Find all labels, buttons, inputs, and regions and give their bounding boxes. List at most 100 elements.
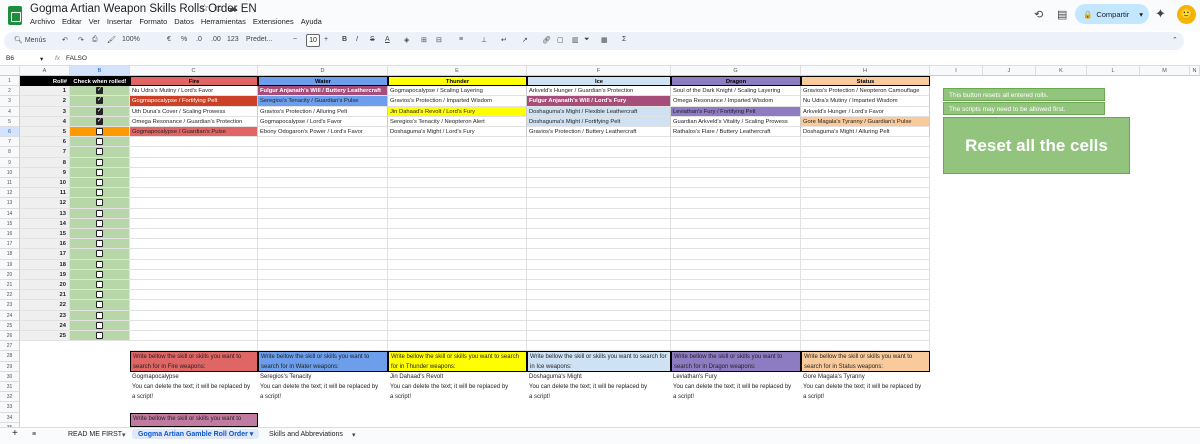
row-header-3[interactable]: 3 [0, 96, 20, 107]
empty-cell[interactable] [258, 229, 388, 240]
skill-cell-thunder[interactable]: Gogmapocalypse / Scaling Layering [388, 86, 527, 97]
row-header-16[interactable]: 16 [0, 229, 20, 240]
empty-cell[interactable] [130, 290, 258, 301]
row-header-23[interactable]: 23 [0, 300, 20, 311]
empty-cell[interactable] [671, 137, 801, 148]
empty-cell[interactable] [801, 188, 930, 199]
formula-input[interactable]: FALSO [66, 55, 87, 62]
empty-cell[interactable] [130, 229, 258, 240]
empty-cell[interactable] [130, 147, 258, 158]
empty-cell[interactable] [258, 167, 388, 178]
text-rotation-icon[interactable]: ↗ [522, 36, 528, 44]
roll-checkbox[interactable] [96, 148, 103, 156]
empty-cell[interactable] [527, 331, 671, 342]
empty-cell[interactable] [671, 229, 801, 240]
row-header-4[interactable]: 4 [0, 106, 20, 117]
roll-checkbox[interactable] [96, 219, 103, 227]
menu-item-datos[interactable]: Datos [174, 17, 194, 26]
empty-cell[interactable] [258, 310, 388, 321]
empty-cell[interactable] [258, 218, 388, 229]
filter-views-icon[interactable]: ▦ [601, 36, 608, 44]
empty-cell[interactable] [671, 310, 801, 321]
empty-cell[interactable] [671, 178, 801, 189]
skill-cell-fire[interactable]: Omega Resonance / Guardian's Protection [130, 116, 258, 127]
row-header-27[interactable]: 27 [0, 341, 20, 352]
skill-cell-status[interactable]: Arkveld's Hunger / Lord's Favor [801, 106, 930, 117]
empty-cell[interactable] [527, 280, 671, 291]
column-header-f[interactable]: F [527, 66, 671, 76]
row-header-2[interactable]: 2 [0, 86, 20, 97]
empty-cell[interactable] [258, 188, 388, 199]
empty-cell[interactable] [671, 259, 801, 270]
empty-cell[interactable] [801, 320, 930, 331]
empty-cell[interactable] [388, 300, 527, 311]
empty-cell[interactable] [801, 341, 930, 352]
skill-cell-dragon[interactable]: Soul of the Dark Knight / Scaling Layeri… [671, 86, 801, 97]
row-header-12[interactable]: 12 [0, 188, 20, 199]
roll-checkbox[interactable] [96, 281, 103, 289]
skill-cell-water[interactable]: Seregios's Tenacity / Guardian's Pulse [258, 96, 388, 107]
skill-cell-fire[interactable]: Nu Udra's Mutiny / Lord's Favor [130, 86, 258, 97]
empty-cell[interactable] [801, 218, 930, 229]
column-header-a[interactable]: A [20, 66, 70, 76]
empty-cell[interactable] [388, 218, 527, 229]
empty-cell[interactable] [527, 208, 671, 219]
empty-cell[interactable] [388, 249, 527, 260]
empty-cell[interactable] [801, 208, 930, 219]
empty-cell[interactable] [130, 167, 258, 178]
empty-cell[interactable] [671, 249, 801, 260]
all-sheets-icon[interactable]: ≡ [32, 431, 36, 438]
roll-checkbox[interactable] [96, 168, 103, 176]
empty-cell[interactable] [527, 269, 671, 280]
row-header-11[interactable]: 11 [0, 178, 20, 189]
roll-checkbox[interactable] [96, 179, 103, 187]
zoom-select[interactable]: 100% [122, 36, 140, 43]
column-header-e[interactable]: E [388, 66, 527, 76]
empty-cell[interactable] [130, 310, 258, 321]
roll-checkbox[interactable] [96, 189, 103, 197]
empty-cell[interactable] [258, 259, 388, 270]
skill-cell-thunder[interactable]: Seregios's Tenacity / Neopteron Alert [388, 116, 527, 127]
empty-cell[interactable] [801, 310, 930, 321]
empty-cell[interactable] [388, 341, 527, 352]
skill-cell-ice[interactable]: Gravios's Protection / Buttery Leathercr… [527, 127, 671, 138]
column-header-i[interactable]: I [930, 66, 983, 76]
empty-cell[interactable] [671, 320, 801, 331]
menu-item-ayuda[interactable]: Ayuda [301, 17, 322, 26]
column-header-c[interactable]: C [130, 66, 258, 76]
align-horizontal-icon[interactable]: ≡ [459, 36, 463, 43]
empty-cell[interactable] [130, 331, 258, 342]
align-vertical-icon[interactable]: ⊥ [481, 36, 487, 44]
row-header-19[interactable]: 19 [0, 259, 20, 270]
column-header-b[interactable]: B [70, 66, 130, 76]
empty-cell[interactable] [801, 198, 930, 209]
row-header-8[interactable]: 8 [0, 147, 20, 158]
roll-checkbox[interactable] [96, 321, 103, 329]
empty-cell[interactable] [258, 137, 388, 148]
empty-cell[interactable] [258, 208, 388, 219]
empty-cell[interactable] [130, 198, 258, 209]
empty-cell[interactable] [801, 259, 930, 270]
roll-checkbox[interactable]: ✓ [96, 97, 103, 105]
print-icon[interactable]: ⎙ [92, 36, 98, 44]
roll-checkbox[interactable] [96, 240, 103, 248]
increase-font-button[interactable]: + [324, 36, 328, 43]
empty-cell[interactable] [671, 341, 801, 352]
roll-checkbox[interactable]: ✓ [96, 87, 103, 95]
empty-cell[interactable] [130, 157, 258, 168]
skill-cell-fire[interactable]: Gogmapocalypse / Fortifying Pelt [130, 96, 258, 107]
empty-cell[interactable] [801, 137, 930, 148]
skill-cell-status[interactable]: Gore Magala's Tyranny / Guardian's Pulse [801, 116, 930, 127]
empty-cell[interactable] [527, 147, 671, 158]
empty-cell[interactable] [801, 269, 930, 280]
roll-checkbox[interactable]: ✓ [96, 107, 103, 115]
row-header-7[interactable]: 7 [0, 137, 20, 148]
bold-icon[interactable]: B [342, 36, 347, 43]
menu-item-extensiones[interactable]: Extensiones [253, 17, 294, 26]
empty-cell[interactable] [527, 249, 671, 260]
row-header-34[interactable]: 34 [0, 412, 20, 423]
skill-cell-dragon[interactable]: Leviathan's Fury / Fortifying Pelt [671, 106, 801, 117]
tab-read-me-first[interactable]: READ ME FIRST [68, 431, 122, 438]
empty-cell[interactable] [388, 198, 527, 209]
skill-cell-ice[interactable]: Doshaguma's Might / Fortifying Pelt [527, 116, 671, 127]
